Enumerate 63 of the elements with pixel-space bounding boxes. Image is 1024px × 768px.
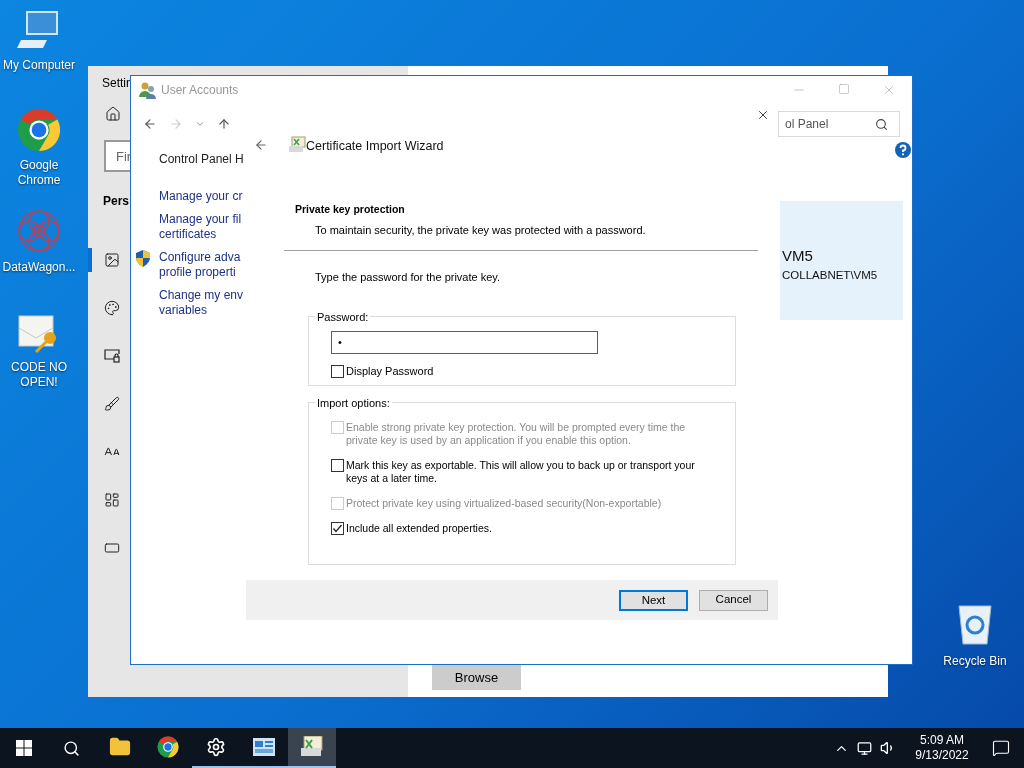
password-field[interactable]: • bbox=[331, 330, 598, 354]
dialog-button[interactable]: Cancel bbox=[699, 589, 768, 611]
palette-icon[interactable] bbox=[104, 300, 120, 316]
task-link[interactable]: variables bbox=[159, 303, 244, 318]
search-input[interactable]: ol Panel bbox=[785, 115, 875, 133]
window-title: User Accounts bbox=[161, 82, 239, 99]
desktop-icon-label[interactable]: CODE NO OPEN! bbox=[0, 360, 78, 390]
desktop-icon-label[interactable]: Google Chrome bbox=[0, 158, 78, 188]
dialog-title: Certificate Import Wizard bbox=[306, 138, 444, 155]
task-link[interactable]: Configure adva bbox=[159, 250, 241, 265]
users-icon bbox=[139, 81, 157, 99]
certificate-icon[interactable] bbox=[300, 736, 324, 758]
account-name: VM5 bbox=[782, 245, 814, 266]
home-icon[interactable] bbox=[105, 106, 121, 122]
screen-lock-icon[interactable] bbox=[104, 348, 120, 364]
certificate-icon bbox=[288, 136, 306, 154]
picture-icon[interactable] bbox=[104, 252, 120, 268]
start-icon[interactable] bbox=[16, 740, 32, 756]
checkbox[interactable] bbox=[331, 458, 344, 472]
clock-date[interactable]: 9/13/2022 bbox=[915, 748, 969, 763]
flower-pattern-icon bbox=[16, 208, 62, 254]
tiles-icon[interactable] bbox=[104, 492, 120, 508]
brush-icon[interactable] bbox=[104, 396, 120, 412]
back-icon[interactable] bbox=[143, 117, 157, 131]
search-field[interactable]: Fir bbox=[104, 140, 130, 172]
up-icon[interactable] bbox=[217, 117, 231, 131]
dialog-button[interactable]: Next bbox=[619, 589, 688, 611]
chrome-icon bbox=[157, 736, 179, 758]
search-icon[interactable] bbox=[875, 117, 888, 131]
task-link[interactable]: certificates bbox=[159, 227, 242, 242]
back-icon[interactable] bbox=[254, 138, 268, 152]
panel-link[interactable]: Control Panel H bbox=[159, 152, 244, 167]
settings-icon[interactable] bbox=[206, 737, 226, 757]
clock-time[interactable]: 5:09 AM bbox=[920, 733, 964, 748]
bar-icon[interactable] bbox=[104, 540, 120, 556]
folder-icon[interactable] bbox=[109, 736, 131, 758]
task-link[interactable]: Change my env bbox=[159, 288, 244, 303]
option-label[interactable]: Include all extended properties. bbox=[346, 521, 492, 535]
checkbox[interactable] bbox=[331, 364, 344, 378]
browse-button[interactable]: Browse bbox=[432, 665, 521, 690]
desktop-icon-label[interactable]: DataWagon... bbox=[0, 260, 78, 275]
section-subtitle: To maintain security, the private key was protected with a password. bbox=[315, 222, 647, 238]
task-link[interactable]: Manage your fil bbox=[159, 212, 242, 227]
instruction-text: Type the password for the private key. bbox=[315, 270, 502, 286]
checkbox[interactable] bbox=[331, 521, 344, 535]
shield-icon bbox=[135, 250, 151, 267]
notification-icon[interactable] bbox=[992, 739, 1010, 757]
taskbar-button[interactable] bbox=[288, 728, 336, 768]
task-link[interactable]: profile properti bbox=[159, 265, 241, 280]
account-domain: COLLABNET\VM5 bbox=[782, 268, 879, 284]
chrome-icon bbox=[17, 108, 61, 152]
clock[interactable]: 5:09 AM 9/13/2022 bbox=[906, 733, 978, 763]
desktop-icon-label[interactable]: My Computer bbox=[0, 58, 78, 73]
section-heading: Pers bbox=[103, 193, 130, 210]
search-icon[interactable] bbox=[63, 739, 80, 757]
task-link[interactable]: Manage your cr bbox=[159, 189, 243, 204]
section-title: Private key protection bbox=[295, 202, 406, 217]
desktop-icon-label[interactable]: Recycle Bin bbox=[943, 652, 1007, 670]
help-icon[interactable] bbox=[895, 142, 911, 158]
network-icon[interactable] bbox=[857, 740, 872, 756]
close-icon[interactable] bbox=[756, 108, 770, 122]
checkbox-label[interactable]: Display Password bbox=[346, 362, 434, 380]
option-label[interactable]: Mark this key as exportable. This will allow you to back up or transport your keys at a later time. bbox=[346, 458, 695, 485]
